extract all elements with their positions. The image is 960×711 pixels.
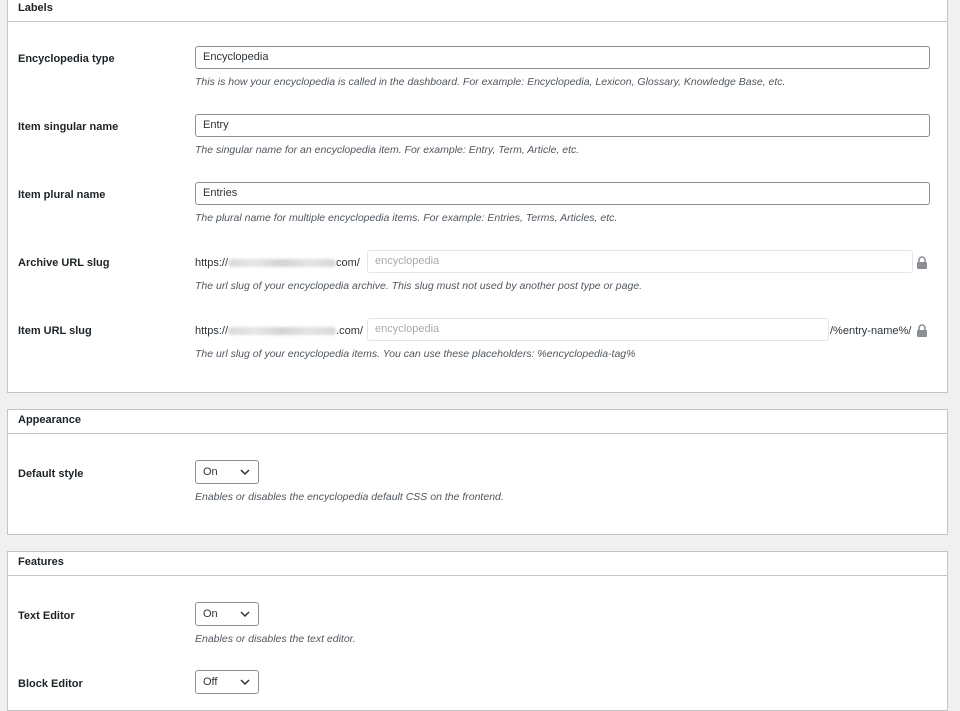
default-style-select[interactable]: On <box>195 460 259 484</box>
item-slug-description: The url slug of your encyclopedia items.… <box>195 348 636 360</box>
archive-slug-prefix-end: com/ <box>336 257 360 269</box>
item-slug-suffix: /%entry-name%/ <box>830 325 912 337</box>
labels-panel: Labels Encyclopedia type Encyclopedia Th… <box>7 0 948 393</box>
text-editor-select[interactable]: On <box>195 602 259 626</box>
default-style-label: Default style <box>18 468 84 480</box>
item-slug-prefix-start: https:// <box>195 325 229 337</box>
item-singular-input[interactable]: Entry <box>195 114 930 137</box>
item-slug-label: Item URL slug <box>18 325 92 337</box>
redacted-domain <box>228 327 337 336</box>
archive-slug-prefix: https:// com/ <box>195 257 360 269</box>
labels-panel-title: Labels <box>8 0 947 22</box>
archive-slug-input[interactable]: encyclopedia <box>367 250 913 273</box>
chevron-down-icon <box>240 679 250 686</box>
lock-icon <box>917 256 927 269</box>
item-slug-input[interactable]: encyclopedia <box>367 318 829 341</box>
item-plural-label: Item plural name <box>18 189 106 201</box>
redacted-domain <box>228 259 337 268</box>
archive-slug-prefix-start: https:// <box>195 257 229 269</box>
item-singular-label: Item singular name <box>18 121 119 133</box>
chevron-down-icon <box>240 469 250 476</box>
appearance-panel-title: Appearance <box>8 410 947 434</box>
chevron-down-icon <box>240 611 250 618</box>
item-slug-prefix: https:// .com/ <box>195 325 363 337</box>
text-editor-value: On <box>203 608 218 620</box>
features-panel-title: Features <box>8 552 947 576</box>
encyclopedia-type-label: Encyclopedia type <box>18 53 115 65</box>
item-slug-prefix-end: .com/ <box>336 325 363 337</box>
archive-slug-description: The url slug of your encyclopedia archiv… <box>195 280 643 292</box>
encyclopedia-type-description: This is how your encyclopedia is called … <box>195 76 786 88</box>
features-panel: Features Text Editor On Enables or disab… <box>7 551 948 711</box>
block-editor-label: Block Editor <box>18 678 83 690</box>
lock-icon <box>917 324 927 337</box>
encyclopedia-type-input[interactable]: Encyclopedia <box>195 46 930 69</box>
text-editor-description: Enables or disables the text editor. <box>195 633 356 645</box>
default-style-value: On <box>203 466 218 478</box>
block-editor-select[interactable]: Off <box>195 670 259 694</box>
item-plural-description: The plural name for multiple encyclopedi… <box>195 212 618 224</box>
block-editor-value: Off <box>203 676 218 688</box>
item-plural-input[interactable]: Entries <box>195 182 930 205</box>
default-style-description: Enables or disables the encyclopedia def… <box>195 491 504 503</box>
item-singular-description: The singular name for an encyclopedia it… <box>195 144 580 156</box>
archive-slug-label: Archive URL slug <box>18 257 110 269</box>
text-editor-label: Text Editor <box>18 610 75 622</box>
appearance-panel: Appearance Default style On Enables or d… <box>7 409 948 535</box>
